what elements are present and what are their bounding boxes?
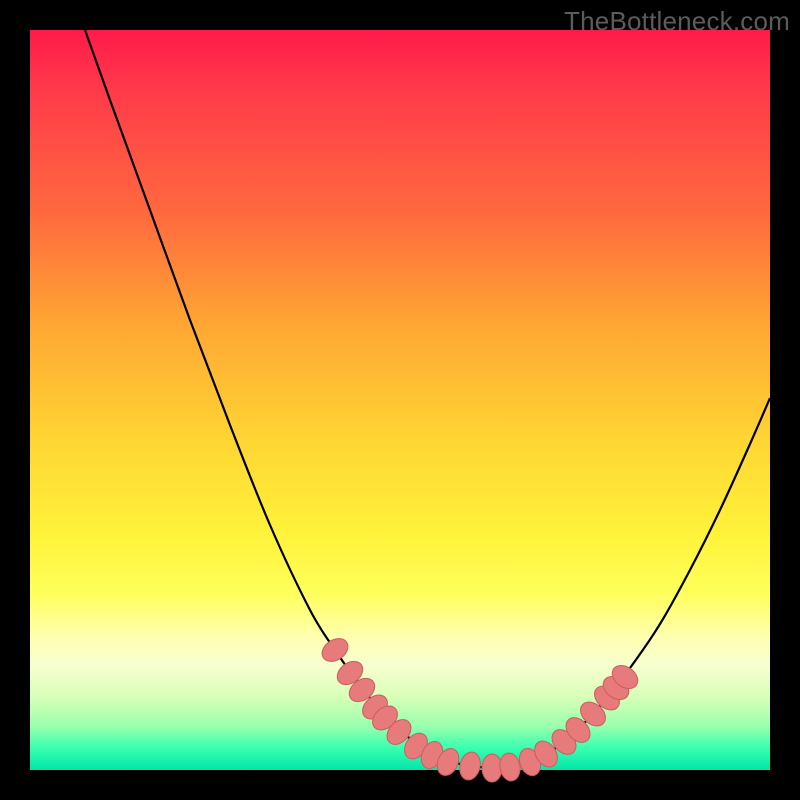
bottleneck-curve-svg bbox=[30, 30, 770, 770]
bottleneck-curve bbox=[85, 30, 770, 768]
bead-marker bbox=[457, 750, 483, 782]
outer-frame: TheBottleneck.com bbox=[0, 0, 800, 800]
bead-marker bbox=[482, 754, 502, 782]
gradient-plot-area bbox=[30, 30, 770, 770]
watermark-text: TheBottleneck.com bbox=[564, 6, 790, 37]
bead-marker bbox=[498, 752, 522, 783]
curve-group bbox=[85, 30, 770, 768]
bead-group bbox=[318, 634, 642, 783]
plot-inner bbox=[30, 30, 770, 770]
bead-marker bbox=[318, 634, 352, 666]
